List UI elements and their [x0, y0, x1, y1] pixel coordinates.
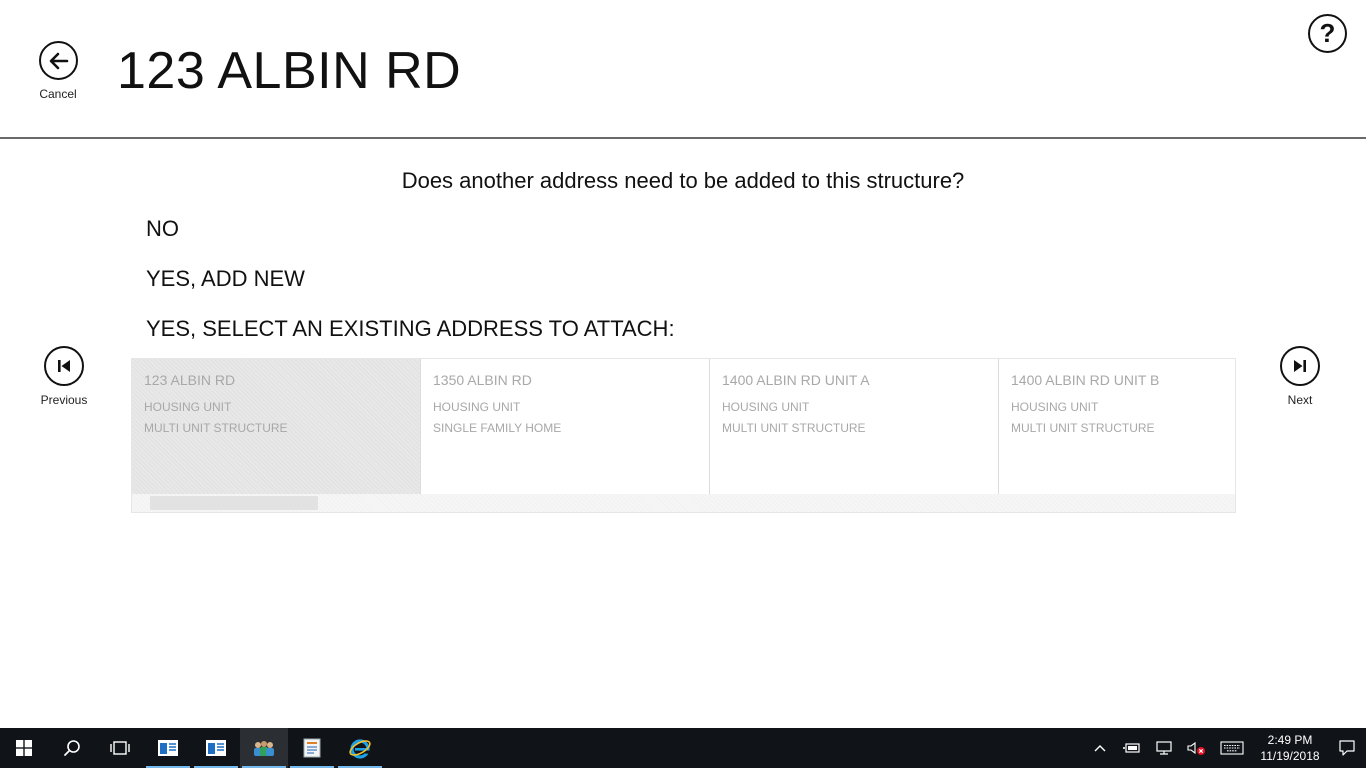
address-type: HOUSING UNIT	[433, 400, 521, 414]
address-track: 123 ALBIN RD HOUSING UNIT MULTI UNIT STR…	[132, 359, 1235, 494]
address-type: HOUSING UNIT	[144, 400, 232, 414]
option-yes-select-existing[interactable]: YES, SELECT AN EXISTING ADDRESS TO ATTAC…	[146, 316, 675, 342]
horizontal-scrollbar[interactable]	[132, 494, 1235, 512]
taskbar-clock[interactable]: 2:49 PM 11/19/2018	[1252, 728, 1328, 768]
address-card[interactable]: 1400 ALBIN RD UNIT B HOUSING UNIT MULTI …	[999, 359, 1235, 494]
address-card[interactable]: 1400 ALBIN RD UNIT A HOUSING UNIT MULTI …	[710, 359, 999, 494]
app-window: Cancel 123 ALBIN RD ? Does another addre…	[0, 0, 1366, 728]
address-type: HOUSING UNIT	[722, 400, 810, 414]
taskbar-app-2[interactable]	[192, 728, 240, 768]
page-title: 123 ALBIN RD	[117, 42, 462, 100]
page-header: Cancel 123 ALBIN RD ?	[0, 0, 1366, 139]
skip-previous-icon	[58, 360, 70, 372]
action-center-button[interactable]	[1328, 728, 1366, 768]
internet-explorer-icon	[349, 739, 371, 759]
people-app-icon	[254, 741, 274, 756]
taskbar: 2:49 PM 11/19/2018	[0, 728, 1366, 768]
option-no[interactable]: NO	[146, 216, 179, 242]
help-icon: ?	[1319, 18, 1336, 48]
address-structure: MULTI UNIT STRUCTURE	[722, 421, 866, 435]
address-card[interactable]: 123 ALBIN RD HOUSING UNIT MULTI UNIT STR…	[132, 359, 421, 494]
search-icon	[64, 740, 80, 756]
start-icon	[16, 740, 32, 756]
taskbar-app-1[interactable]	[144, 728, 192, 768]
task-view-icon	[110, 741, 130, 755]
start-button[interactable]	[0, 728, 48, 768]
skip-next-icon	[1294, 360, 1306, 372]
back-arrow-icon	[49, 52, 68, 69]
document-app-icon	[303, 738, 321, 758]
address-structure: MULTI UNIT STRUCTURE	[1011, 421, 1155, 435]
address-name: 1400 ALBIN RD UNIT B	[1011, 372, 1160, 388]
taskbar-app-3[interactable]	[240, 728, 288, 768]
address-structure: MULTI UNIT STRUCTURE	[144, 421, 288, 435]
volume-tray-button[interactable]	[1180, 728, 1212, 768]
next-label: Next	[1287, 393, 1313, 407]
address-type: HOUSING UNIT	[1011, 400, 1099, 414]
address-card[interactable]: 1350 ALBIN RD HOUSING UNIT SINGLE FAMILY…	[421, 359, 710, 494]
help-button[interactable]: ?	[1308, 14, 1347, 53]
previous-label: Previous	[40, 393, 88, 407]
previous-button[interactable]	[44, 346, 84, 386]
existing-address-list: 123 ALBIN RD HOUSING UNIT MULTI UNIT STR…	[131, 358, 1236, 513]
address-name: 1350 ALBIN RD	[433, 372, 532, 388]
app-window-icon	[158, 740, 178, 756]
volume-muted-icon	[1187, 741, 1205, 755]
keyboard-icon	[1220, 741, 1244, 755]
taskbar-app-4[interactable]	[288, 728, 336, 768]
taskbar-search-button[interactable]	[48, 728, 96, 768]
app-window-icon	[206, 740, 226, 756]
scrollbar-thumb[interactable]	[150, 496, 318, 510]
address-structure: SINGLE FAMILY HOME	[433, 421, 562, 435]
battery-tray-button[interactable]	[1116, 728, 1148, 768]
cancel-button[interactable]	[39, 41, 78, 80]
battery-plug-icon	[1123, 743, 1140, 753]
cancel-label: Cancel	[39, 87, 77, 101]
network-icon	[1156, 741, 1172, 755]
option-yes-add-new[interactable]: YES, ADD NEW	[146, 266, 305, 292]
clock-time: 2:49 PM	[1267, 733, 1313, 747]
next-button[interactable]	[1280, 346, 1320, 386]
show-hidden-icons-button[interactable]	[1084, 728, 1116, 768]
address-name: 123 ALBIN RD	[144, 372, 236, 388]
question-text: Does another address need to be added to…	[401, 168, 965, 193]
taskbar-app-ie[interactable]	[336, 728, 384, 768]
chevron-up-icon	[1094, 745, 1106, 752]
address-name: 1400 ALBIN RD UNIT A	[722, 372, 870, 388]
system-tray: 2:49 PM 11/19/2018	[1084, 728, 1366, 768]
touch-keyboard-button[interactable]	[1212, 728, 1252, 768]
notification-icon	[1339, 740, 1355, 756]
network-tray-button[interactable]	[1148, 728, 1180, 768]
task-view-button[interactable]	[96, 728, 144, 768]
clock-date: 11/19/2018	[1260, 749, 1320, 763]
